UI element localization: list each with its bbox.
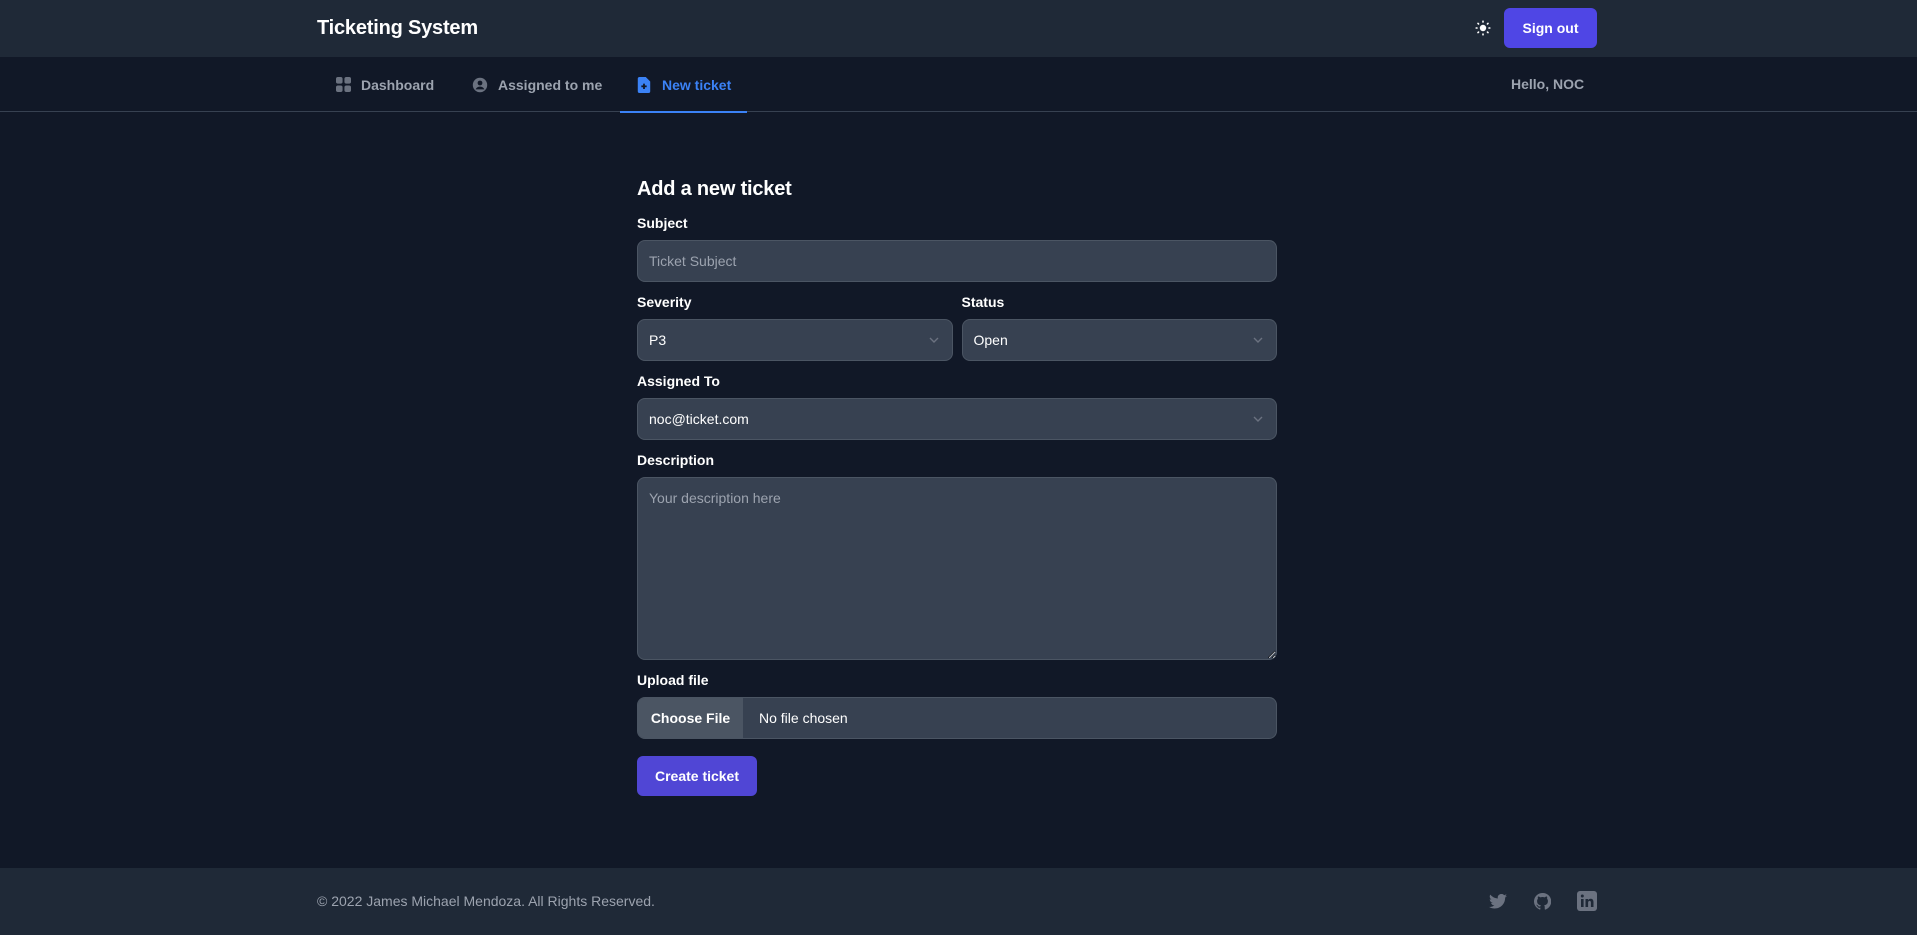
nav-bar: Dashboard Assigned to me New ticket Hell… (0, 57, 1917, 113)
chevron-down-icon (1253, 416, 1263, 422)
theme-toggle-button[interactable] (1472, 17, 1494, 39)
document-add-icon (636, 76, 652, 93)
tab-new-ticket[interactable]: New ticket (619, 57, 748, 113)
grid-icon (335, 77, 351, 93)
chevron-down-icon (929, 337, 938, 343)
sun-icon (1475, 20, 1491, 36)
severity-label: Severity (637, 294, 692, 310)
tab-dashboard[interactable]: Dashboard (335, 57, 434, 112)
create-ticket-button[interactable]: Create ticket (637, 756, 757, 796)
sign-out-button[interactable]: Sign out (1504, 8, 1597, 48)
assigned-to-select[interactable]: noc@ticket.com (637, 398, 1277, 440)
assigned-to-label: Assigned To (637, 373, 720, 389)
app-title[interactable]: Ticketing System (317, 17, 478, 40)
linkedin-link[interactable] (1576, 890, 1598, 912)
assigned-to-value: noc@ticket.com (649, 411, 749, 427)
twitter-icon (1489, 893, 1507, 909)
subject-input[interactable] (637, 240, 1277, 282)
subject-label: Subject (637, 215, 688, 231)
severity-value: P3 (649, 332, 667, 348)
github-icon (1533, 892, 1551, 910)
file-status: No file chosen (759, 710, 848, 726)
description-textarea[interactable] (637, 477, 1277, 660)
chevron-down-icon (1253, 337, 1263, 343)
tab-label: New ticket (662, 76, 732, 93)
tab-label: Assigned to me (498, 76, 603, 93)
user-circle-icon (472, 77, 488, 93)
tab-label: Dashboard (361, 76, 435, 93)
tab-assigned-to-me[interactable]: Assigned to me (472, 57, 602, 112)
copyright-text: © 2022 James Michael Mendoza. All Rights… (317, 893, 655, 909)
twitter-link[interactable] (1487, 890, 1509, 912)
description-label: Description (637, 452, 715, 468)
choose-file-button[interactable]: Choose File (638, 698, 743, 738)
top-header: Ticketing System Sign out (0, 0, 1917, 57)
severity-select[interactable]: P3 (637, 319, 953, 361)
linkedin-icon (1577, 891, 1597, 911)
status-value: Open (973, 332, 1008, 348)
status-select[interactable]: Open (961, 319, 1277, 361)
user-greeting: Hello, NOC (1511, 76, 1585, 92)
upload-label: Upload file (637, 672, 709, 688)
github-link[interactable] (1531, 890, 1553, 912)
new-ticket-form: Add a new ticket Subject Severity P3 Sta… (637, 178, 1277, 796)
status-label: Status (961, 294, 1005, 310)
file-upload-input[interactable]: Choose File No file chosen (637, 697, 1277, 739)
footer: © 2022 James Michael Mendoza. All Rights… (0, 868, 1917, 935)
form-title: Add a new ticket (637, 178, 792, 200)
